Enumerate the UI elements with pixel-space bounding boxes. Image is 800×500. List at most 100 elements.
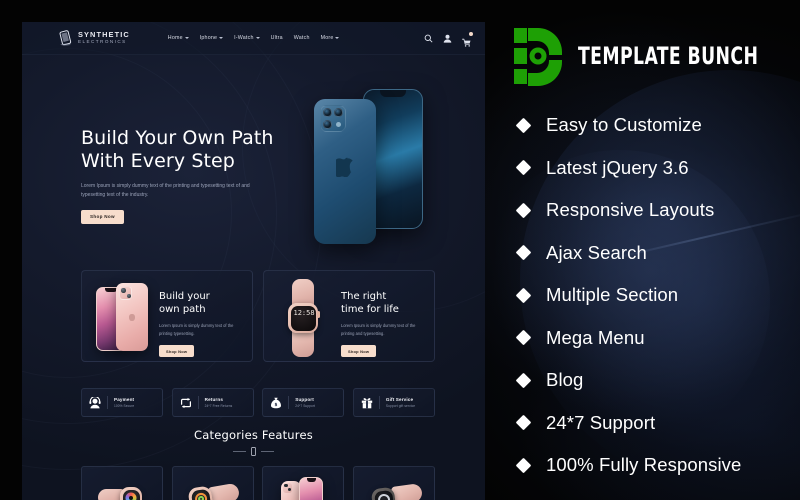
svg-text:$: $ <box>275 402 278 407</box>
service-badge-returns[interactable]: Returns 24*7 Free Returns <box>171 388 254 417</box>
nav-item-label: I-Watch <box>234 35 254 41</box>
headset-support-icon <box>89 396 101 408</box>
category-card[interactable] <box>171 466 254 500</box>
nav-item-iphone[interactable]: Iphone <box>200 35 224 41</box>
promo-card-shop-now-button[interactable]: Shop Now <box>159 345 195 358</box>
nav-item-i-watch[interactable]: I-Watch <box>234 35 260 41</box>
service-badge-support[interactable]: $ Support 24*7 Support <box>262 388 345 417</box>
promo-card-description: Lorem Ipsum is simply dummy text of the … <box>341 323 416 336</box>
site-navbar: SYNTHETIC ELECTRONICS Home Iphone I-Watc… <box>22 22 485 55</box>
feature-item-easy-to-customize: Easy to Customize <box>515 104 793 147</box>
watch-case: 12:58 <box>288 303 318 333</box>
service-text: Returns 24*7 Free Returns <box>205 397 233 408</box>
nav-item-home[interactable]: Home <box>168 35 189 41</box>
service-divider <box>107 396 108 409</box>
diamond-bullet-icon <box>515 329 532 346</box>
service-subtitle: 24*7 Support <box>295 403 316 408</box>
site-logo-title: SYNTHETIC <box>78 30 130 40</box>
feature-list: Easy to Customize Latest jQuery 3.6 Resp… <box>515 104 793 487</box>
brand-lockup: TEMPLATE BUNCH <box>512 26 800 86</box>
feature-item-responsive-layouts: Responsive Layouts <box>515 189 793 232</box>
promo-card-shop-now-button[interactable]: Shop Now <box>341 345 377 358</box>
return-arrows-icon <box>180 397 191 408</box>
service-text: Support 24*7 Support <box>295 397 315 408</box>
shopping-cart-icon[interactable] <box>461 31 473 47</box>
nav-item-ultra[interactable]: Ultra <box>271 35 283 41</box>
site-logo-text: SYNTHETIC ELECTRONICS <box>78 31 130 45</box>
promo-card-the-right-time-for-life[interactable]: 12:58 The right time for life Lorem Ipsu… <box>263 270 435 362</box>
watch-time-display: 12:58 <box>293 308 315 317</box>
divider-line <box>261 451 274 452</box>
feature-label: 100% Fully Responsive <box>546 454 742 476</box>
brand-name: TEMPLATE BUNCH <box>578 42 759 70</box>
diamond-bullet-icon <box>515 244 532 261</box>
promo-card-build-your-own-path[interactable]: Build your own path Lorem Ipsum is simpl… <box>81 270 253 362</box>
nav-item-watch[interactable]: Watch <box>294 35 310 41</box>
site-logo[interactable]: SYNTHETIC ELECTRONICS <box>58 30 130 46</box>
categories-title: Categories Features <box>194 428 313 442</box>
feature-item-mega-menu: Mega Menu <box>515 317 793 360</box>
diamond-bullet-icon <box>515 287 532 304</box>
feature-item-multiple-section: Multiple Section <box>515 274 793 317</box>
feature-label: 24*7 Support <box>546 411 656 433</box>
service-title: Gift Service <box>385 397 414 403</box>
nav-item-label: Home <box>167 35 183 41</box>
search-icon[interactable] <box>424 34 433 43</box>
service-divider <box>197 396 199 409</box>
promo-card-description: Lorem Ipsum is simply dummy text of the … <box>159 323 234 336</box>
nav-item-label: Ultra <box>270 35 283 41</box>
categories-divider <box>22 447 485 456</box>
feature-item-fully-responsive: 100% Fully Responsive <box>515 444 793 487</box>
promo-card-title-line-2: time for life <box>341 303 399 315</box>
category-card[interactable] <box>81 466 164 500</box>
feature-item-support: 24*7 Support <box>515 402 793 445</box>
user-account-icon[interactable] <box>443 34 452 43</box>
feature-label: Ajax Search <box>546 241 647 263</box>
smartwatch-dark-art <box>366 475 424 500</box>
chevron-down-icon <box>335 37 340 39</box>
feature-item-blog: Blog <box>515 359 793 402</box>
hero-product-image <box>300 83 435 263</box>
smartphone-divider-icon <box>251 447 256 456</box>
hero-title-line-2: With Every Step <box>81 150 235 173</box>
cart-count-badge <box>469 31 473 36</box>
service-subtitle: Support gift service <box>385 403 416 408</box>
site-nav: Home Iphone I-Watch Ultra Watch More <box>168 35 340 41</box>
diamond-bullet-icon <box>515 159 532 176</box>
promo-card-title-line-2: own path <box>159 303 206 315</box>
category-card[interactable] <box>352 466 435 500</box>
service-badge-gift-service[interactable]: Gift Service Support gift service <box>352 388 435 417</box>
service-divider <box>378 396 380 409</box>
promo-card-title: Build your own path <box>159 291 243 316</box>
feature-label: Mega Menu <box>546 326 645 348</box>
nav-item-more[interactable]: More <box>321 35 340 41</box>
promo-card-title-line-1: Build your <box>159 291 210 302</box>
gift-box-icon <box>361 397 373 408</box>
feature-label: Easy to Customize <box>546 114 702 136</box>
nav-item-label: More <box>320 35 334 41</box>
promo-card-body: The right time for life Lorem Ipsum is s… <box>341 291 425 358</box>
feature-label: Multiple Section <box>546 284 679 306</box>
hero-shop-now-button[interactable]: Shop Now <box>81 209 124 224</box>
template-bunch-logo-icon <box>514 28 562 86</box>
money-bag-icon: $ <box>271 397 282 408</box>
diamond-bullet-icon <box>515 414 532 431</box>
divider-line <box>233 451 246 452</box>
watch-screen: 12:58 <box>290 305 316 331</box>
category-card[interactable] <box>262 466 345 500</box>
feature-label: Blog <box>546 369 584 391</box>
hero-copy: Build Your Own Path With Every Step Lore… <box>81 127 286 224</box>
iphone-front-art <box>275 475 331 500</box>
camera-module-icon <box>320 105 346 132</box>
iphone-13-pink-art <box>92 279 166 357</box>
iphone-back-view <box>314 99 376 244</box>
service-badges-row: Payment 100% Secure Returns 24*7 Free Re… <box>81 388 435 417</box>
service-title: Payment <box>114 397 135 403</box>
site-logo-subtitle: ELECTRONICS <box>78 39 127 45</box>
diamond-bullet-icon <box>515 372 532 389</box>
service-badge-payment[interactable]: Payment 100% Secure <box>81 388 164 417</box>
smartwatch-angled-art <box>185 475 241 500</box>
smartphone-logo-icon <box>59 30 72 46</box>
hero-section: Build Your Own Path With Every Step Lore… <box>22 55 485 270</box>
website-preview-screenshot: SYNTHETIC ELECTRONICS Home Iphone I-Watc… <box>22 22 485 500</box>
